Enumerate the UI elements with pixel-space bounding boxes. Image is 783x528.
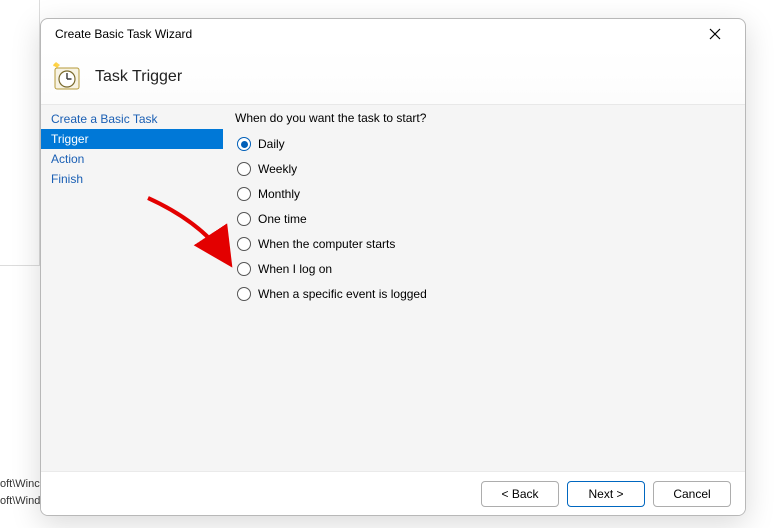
radio-icon bbox=[237, 262, 251, 276]
radio-event-logged[interactable]: When a specific event is logged bbox=[237, 287, 733, 301]
back-button[interactable]: < Back bbox=[481, 481, 559, 507]
radio-icon bbox=[237, 212, 251, 226]
radio-label: When a specific event is logged bbox=[258, 287, 427, 301]
radio-label: One time bbox=[258, 212, 307, 226]
clock-icon bbox=[51, 61, 83, 93]
trigger-prompt: When do you want the task to start? bbox=[235, 111, 733, 125]
radio-label: Monthly bbox=[258, 187, 300, 201]
step-list: Create a Basic Task Trigger Action Finis… bbox=[41, 105, 223, 471]
radio-computer-starts[interactable]: When the computer starts bbox=[237, 237, 733, 251]
next-button[interactable]: Next > bbox=[567, 481, 645, 507]
close-icon bbox=[709, 28, 721, 40]
radio-icon bbox=[237, 187, 251, 201]
radio-icon bbox=[237, 162, 251, 176]
window-title: Create Basic Task Wizard bbox=[55, 27, 693, 41]
radio-label: Daily bbox=[258, 137, 285, 151]
button-label: < Back bbox=[501, 487, 538, 501]
cancel-button[interactable]: Cancel bbox=[653, 481, 731, 507]
radio-one-time[interactable]: One time bbox=[237, 212, 733, 226]
close-button[interactable] bbox=[693, 20, 737, 48]
radio-log-on[interactable]: When I log on bbox=[237, 262, 733, 276]
step-label: Create a Basic Task bbox=[51, 112, 158, 126]
wizard-header: Task Trigger bbox=[41, 49, 745, 104]
radio-monthly[interactable]: Monthly bbox=[237, 187, 733, 201]
radio-label: Weekly bbox=[258, 162, 297, 176]
trigger-options: Daily Weekly Monthly One time When the c… bbox=[237, 137, 733, 301]
radio-label: When I log on bbox=[258, 262, 332, 276]
step-create-basic-task[interactable]: Create a Basic Task bbox=[41, 109, 223, 129]
button-label: Next > bbox=[588, 487, 623, 501]
background-separator bbox=[0, 265, 40, 266]
step-finish[interactable]: Finish bbox=[41, 169, 223, 189]
radio-icon bbox=[237, 137, 251, 151]
step-trigger[interactable]: Trigger bbox=[41, 129, 223, 149]
titlebar: Create Basic Task Wizard bbox=[41, 19, 745, 49]
radio-weekly[interactable]: Weekly bbox=[237, 162, 733, 176]
radio-icon bbox=[237, 237, 251, 251]
page-title: Task Trigger bbox=[95, 68, 182, 86]
wizard-dialog: Create Basic Task Wizard Task Trigger Cr… bbox=[40, 18, 746, 516]
button-row: < Back Next > Cancel bbox=[41, 471, 745, 515]
radio-label: When the computer starts bbox=[258, 237, 395, 251]
step-label: Finish bbox=[51, 172, 83, 186]
step-label: Action bbox=[51, 152, 84, 166]
button-label: Cancel bbox=[673, 487, 710, 501]
step-action[interactable]: Action bbox=[41, 149, 223, 169]
background-sidebar bbox=[0, 0, 40, 265]
wizard-content: When do you want the task to start? Dail… bbox=[223, 105, 745, 471]
wizard-body: Create a Basic Task Trigger Action Finis… bbox=[41, 104, 745, 471]
step-label: Trigger bbox=[51, 132, 89, 146]
radio-daily[interactable]: Daily bbox=[237, 137, 733, 151]
radio-icon bbox=[237, 287, 251, 301]
